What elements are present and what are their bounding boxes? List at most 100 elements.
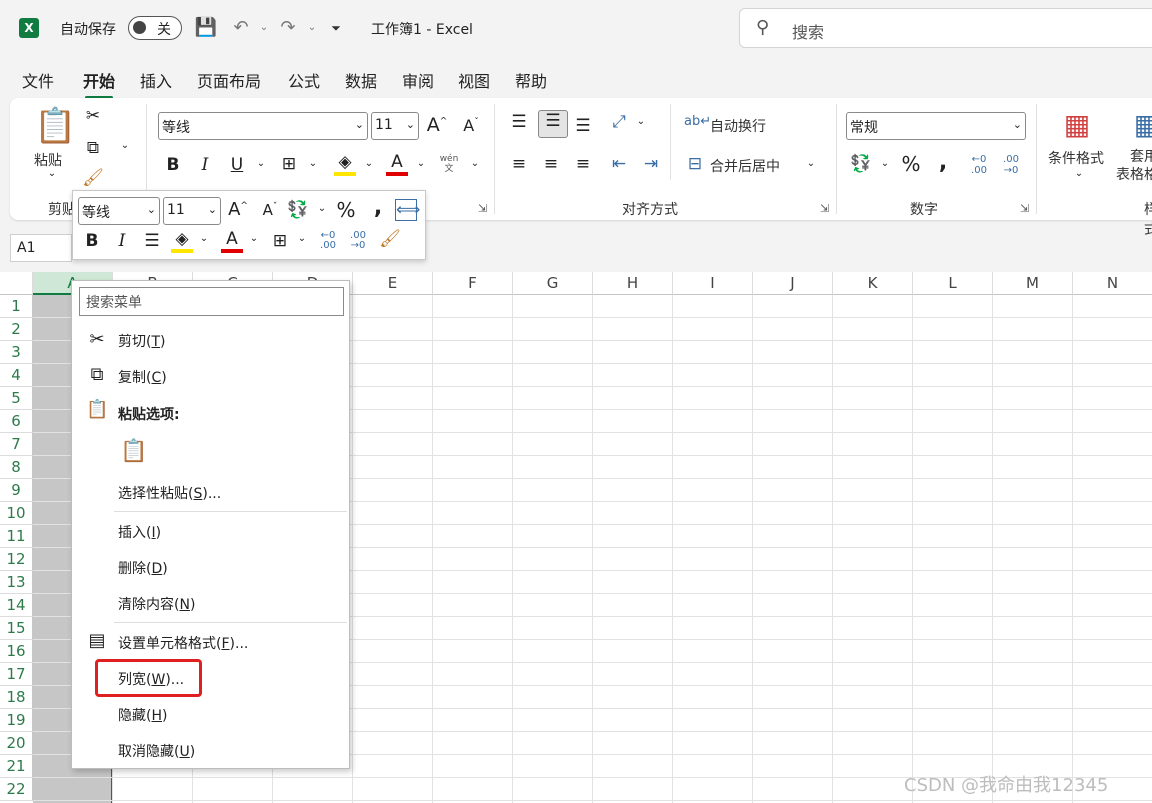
phonetic-dropdown-icon[interactable]: ⌄ — [464, 158, 486, 169]
font-color-dropdown-icon[interactable]: ⌄ — [410, 158, 432, 169]
row-header[interactable]: 22 — [0, 778, 33, 801]
format-as-table-button[interactable]: 套用 表格格式 — [1116, 148, 1152, 184]
paste-values-icon[interactable]: 📋 — [120, 439, 147, 464]
increase-font-icon[interactable]: A^ — [426, 114, 448, 136]
redo-dropdown-icon[interactable]: ⌄ — [300, 16, 324, 40]
row-header[interactable]: 1 — [0, 295, 33, 318]
row-header[interactable]: 20 — [0, 732, 33, 755]
column-header[interactable]: N — [1073, 272, 1152, 295]
mini-accounting-format-icon[interactable]: 💱 — [287, 200, 309, 220]
mini-decrease-decimal-icon[interactable]: .00 →0 — [347, 231, 369, 251]
paste-button[interactable]: 粘贴 — [34, 150, 62, 170]
accounting-format-icon[interactable]: 💱 — [850, 154, 872, 174]
mini-font-color-icon[interactable]: A — [221, 229, 243, 253]
percent-icon[interactable]: % — [900, 152, 922, 176]
mini-fill-color-dropdown-icon[interactable]: ⌄ — [193, 233, 215, 244]
mini-bold-icon[interactable]: B — [81, 231, 103, 251]
tab-review[interactable]: 审阅 — [402, 68, 434, 92]
tab-insert[interactable]: 插入 — [140, 68, 172, 92]
font-size-select[interactable]: 11 ⌄ — [371, 112, 419, 140]
align-top-icon[interactable]: ☰ — [508, 112, 530, 132]
menu-item-cut[interactable]: 剪切(T) — [118, 331, 166, 351]
undo-icon[interactable]: ↶ — [229, 16, 253, 40]
menu-item-format-cells[interactable]: 设置单元格格式(F)... — [118, 633, 248, 653]
row-header[interactable]: 14 — [0, 594, 33, 617]
row-header[interactable]: 7 — [0, 433, 33, 456]
mini-comma-style-icon[interactable]: , — [367, 195, 389, 220]
conditional-format-icon[interactable]: ▦ — [1060, 108, 1094, 141]
increase-decimal-icon[interactable]: ←0.00 — [968, 154, 990, 176]
autosave-toggle[interactable]: 关 — [128, 16, 182, 40]
font-launcher-icon[interactable]: ⇲ — [478, 202, 487, 215]
row-header[interactable]: 13 — [0, 571, 33, 594]
underline-icon[interactable]: U — [226, 155, 248, 175]
italic-icon[interactable]: I — [194, 155, 216, 175]
column-header[interactable]: I — [673, 272, 753, 295]
row-header[interactable]: 8 — [0, 456, 33, 479]
row-header[interactable]: 5 — [0, 387, 33, 410]
borders-dropdown-icon[interactable]: ⌄ — [302, 158, 324, 169]
conditional-format-button[interactable]: 条件格式 — [1048, 148, 1104, 168]
wrap-text-button[interactable]: 自动换行 — [710, 116, 766, 136]
merge-dropdown-icon[interactable]: ⌄ — [800, 158, 822, 169]
menu-search-input[interactable]: 搜索菜单 — [79, 287, 344, 316]
mini-increase-decimal-icon[interactable]: ←0.00 — [317, 231, 339, 251]
menu-item-paste-special[interactable]: 选择性粘贴(S)... — [118, 483, 221, 503]
customize-toolbar-icon[interactable]: ⏷ — [324, 16, 348, 40]
column-header[interactable]: M — [993, 272, 1073, 295]
search-input[interactable]: ⚲ 搜索 — [739, 8, 1152, 48]
mini-decrease-font-icon[interactable]: Aˇ — [259, 201, 281, 219]
menu-item-delete[interactable]: 删除(D) — [118, 558, 168, 578]
align-middle-icon[interactable]: ☰ — [538, 110, 568, 138]
font-color-icon[interactable]: A — [386, 152, 408, 176]
row-header[interactable]: 9 — [0, 479, 33, 502]
mini-borders-dropdown-icon[interactable]: ⌄ — [291, 233, 313, 244]
mini-increase-font-icon[interactable]: A^ — [227, 199, 249, 220]
merge-center-icon[interactable]: ⊟ — [684, 154, 706, 174]
row-header[interactable]: 18 — [0, 686, 33, 709]
number-launcher-icon[interactable]: ⇲ — [1020, 202, 1029, 215]
align-left-icon[interactable]: ≡ — [508, 154, 530, 174]
copy-icon[interactable]: ⧉ — [82, 138, 104, 158]
column-header[interactable]: E — [353, 272, 433, 295]
fill-color-dropdown-icon[interactable]: ⌄ — [358, 158, 380, 169]
undo-dropdown-icon[interactable]: ⌄ — [252, 16, 276, 40]
increase-indent-icon[interactable]: ⇥ — [640, 154, 662, 174]
row-header[interactable]: 4 — [0, 364, 33, 387]
bold-icon[interactable]: B — [162, 155, 184, 175]
mini-align-center-icon[interactable]: ☰ — [141, 231, 163, 251]
menu-item-copy[interactable]: 复制(C) — [118, 367, 167, 387]
row-header[interactable]: 6 — [0, 410, 33, 433]
mini-borders-icon[interactable]: ⊞ — [269, 231, 291, 251]
align-right-icon[interactable]: ≡ — [572, 154, 594, 174]
row-header[interactable]: 15 — [0, 617, 33, 640]
menu-item-insert[interactable]: 插入(I) — [118, 522, 161, 542]
mini-fill-color-icon[interactable]: ◈ — [171, 229, 193, 253]
accounting-dropdown-icon[interactable]: ⌄ — [874, 158, 896, 169]
format-painter-icon[interactable]: 🖌 — [82, 168, 104, 188]
number-format-select[interactable]: 常规 ⌄ — [846, 112, 1026, 140]
font-name-select[interactable]: 等线 ⌄ — [158, 112, 368, 140]
tab-home[interactable]: 开始 — [83, 68, 115, 99]
row-header[interactable]: 3 — [0, 341, 33, 364]
decrease-decimal-icon[interactable]: .00 →0 — [1000, 154, 1022, 176]
menu-item-unhide[interactable]: 取消隐藏(U) — [118, 741, 195, 761]
mini-font-color-dropdown-icon[interactable]: ⌄ — [243, 233, 265, 244]
phonetic-guide-icon[interactable]: wén 文 — [438, 154, 460, 174]
save-icon[interactable]: 💾 — [194, 16, 218, 40]
tab-data[interactable]: 数据 — [345, 68, 377, 92]
borders-icon[interactable]: ⊞ — [278, 154, 300, 174]
row-header[interactable]: 10 — [0, 502, 33, 525]
menu-item-clear-contents[interactable]: 清除内容(N) — [118, 594, 195, 614]
select-all-corner[interactable] — [0, 272, 33, 295]
comma-style-icon[interactable]: , — [932, 150, 954, 175]
merge-center-button[interactable]: 合并后居中 — [710, 156, 780, 176]
column-header[interactable]: H — [593, 272, 673, 295]
orientation-dropdown-icon[interactable]: ⌄ — [630, 116, 652, 127]
menu-item-hide[interactable]: 隐藏(H) — [118, 705, 167, 725]
format-as-table-icon[interactable]: ▦ — [1130, 108, 1152, 141]
mini-font-name-select[interactable]: 等线 ⌄ — [78, 197, 160, 225]
mini-accounting-dropdown-icon[interactable]: ⌄ — [311, 203, 333, 214]
align-center-icon[interactable]: ≡ — [540, 154, 562, 174]
alignment-launcher-icon[interactable]: ⇲ — [820, 202, 829, 215]
